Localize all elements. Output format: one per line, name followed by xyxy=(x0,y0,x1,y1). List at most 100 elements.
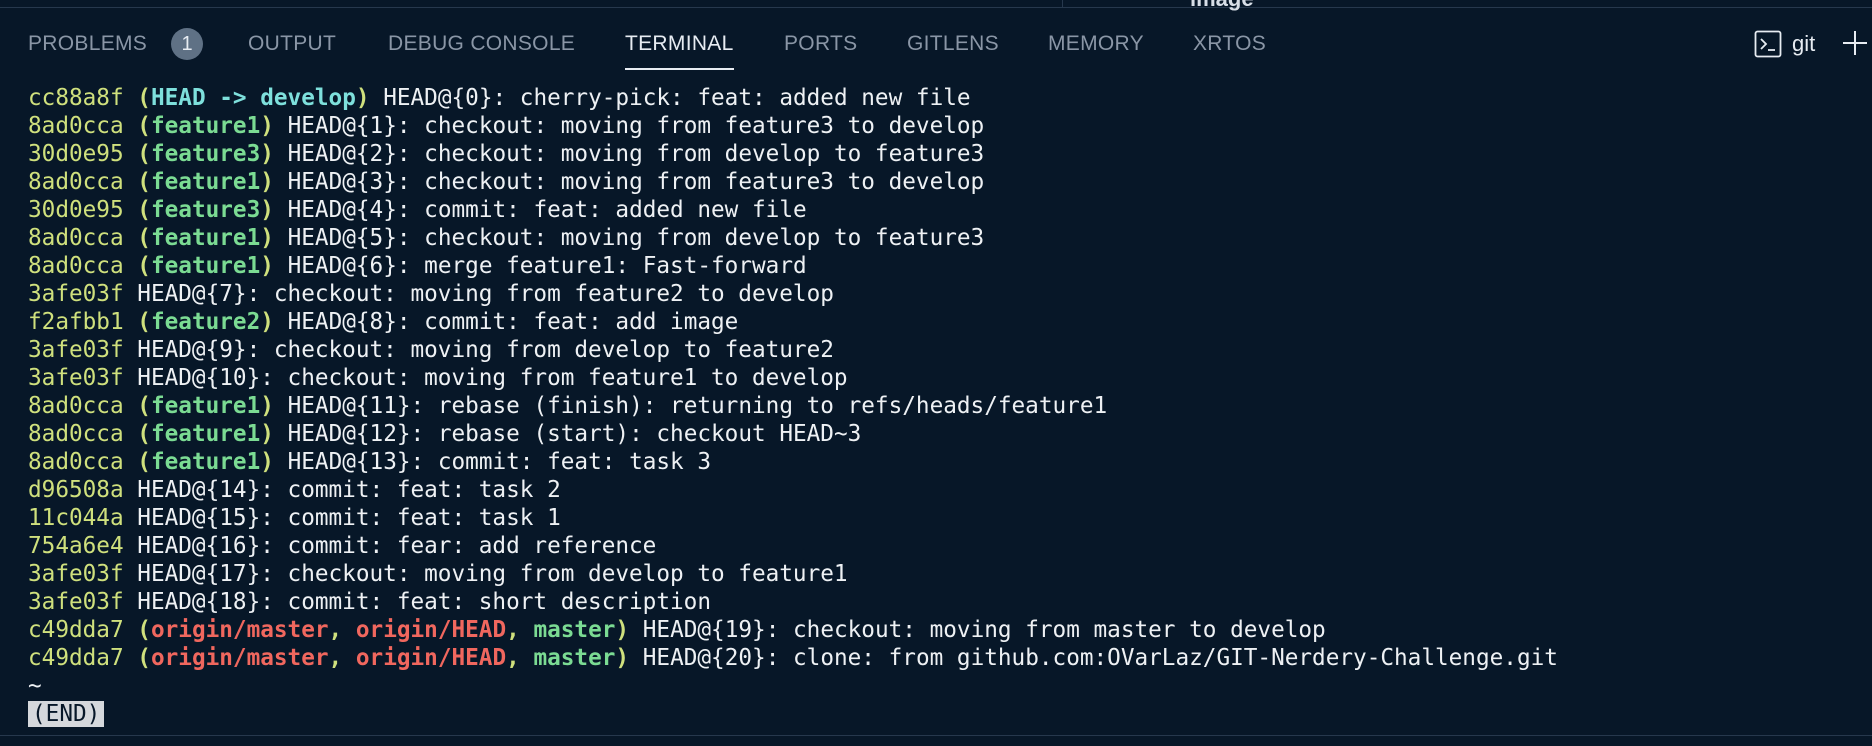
pager-end-marker: (END) xyxy=(28,701,105,727)
tab-gitlens[interactable]: GITLENS xyxy=(907,32,999,56)
tab-label: MEMORY xyxy=(1048,32,1144,55)
reflog-line: 30d0e95 (feature3) HEAD@{4}: commit: fea… xyxy=(28,196,1872,224)
tab-label: PORTS xyxy=(784,32,858,55)
reflog-line: 3afe03f HEAD@{18}: commit: feat: short d… xyxy=(28,588,1872,616)
ref-paren: ( xyxy=(137,113,151,139)
reflog-entry: HEAD@{10}: checkout: moving from feature… xyxy=(137,365,848,391)
reflog-entry: HEAD@{20}: clone: from github.com:OVarLa… xyxy=(642,645,1558,671)
ref-paren: ( xyxy=(137,449,151,475)
reflog-entry: HEAD@{8}: commit: feat: add image xyxy=(287,309,739,335)
commit-hash: d96508a xyxy=(28,477,124,503)
pager-line: ~ xyxy=(28,672,1872,700)
ref-name: origin/HEAD xyxy=(355,645,507,671)
ref-paren: ( xyxy=(137,309,151,335)
commit-hash: 3afe03f xyxy=(28,337,124,363)
reflog-entry: HEAD@{5}: checkout: moving from develop … xyxy=(287,225,985,251)
commit-hash: 3afe03f xyxy=(28,589,124,615)
ref-name: origin/HEAD xyxy=(355,617,507,643)
ref-paren: ) xyxy=(260,421,274,447)
ref-name: feature3 xyxy=(150,141,261,167)
commit-hash: 3afe03f xyxy=(28,365,124,391)
ref-paren: ( xyxy=(137,253,151,279)
tab-xrtos[interactable]: XRTOS xyxy=(1193,32,1266,56)
pager-line: (END) xyxy=(28,700,1872,728)
terminal-icon[interactable] xyxy=(1754,30,1782,58)
reflog-line: cc88a8f (HEAD -> develop) HEAD@{0}: cher… xyxy=(28,84,1872,112)
tab-ports[interactable]: PORTS xyxy=(784,32,857,56)
tab-terminal[interactable]: TERMINAL xyxy=(625,32,734,70)
editor-area-edge xyxy=(0,0,1872,8)
ref-paren: ( xyxy=(137,393,151,419)
ref-name: feature1 xyxy=(150,421,261,447)
terminal-output[interactable]: cc88a8f (HEAD -> develop) HEAD@{0}: cher… xyxy=(28,84,1872,728)
ref-name: origin/master xyxy=(150,645,329,671)
reflog-line: 3afe03f HEAD@{9}: checkout: moving from … xyxy=(28,336,1872,364)
commit-hash: 8ad0cca xyxy=(28,253,124,279)
reflog-entry: HEAD@{2}: checkout: moving from develop … xyxy=(287,141,985,167)
commit-hash: 3afe03f xyxy=(28,281,124,307)
ref-name: feature1 xyxy=(150,113,261,139)
ref-paren: ) xyxy=(260,393,274,419)
reflog-line: c49dda7 (origin/master, origin/HEAD, mas… xyxy=(28,644,1872,672)
ref-paren: ( xyxy=(137,645,151,671)
ref-paren: ( xyxy=(137,421,151,447)
ref-paren: ( xyxy=(137,141,151,167)
commit-hash: 8ad0cca xyxy=(28,393,124,419)
reflog-line: f2afbb1 (feature2) HEAD@{8}: commit: fea… xyxy=(28,308,1872,336)
tab-debug-console[interactable]: DEBUG CONSOLE xyxy=(388,32,575,56)
reflog-entry: HEAD@{1}: checkout: moving from feature3… xyxy=(287,113,985,139)
tab-problems[interactable]: PROBLEMS xyxy=(28,32,147,56)
ref-paren: ) xyxy=(260,225,274,251)
commit-hash: c49dda7 xyxy=(28,645,124,671)
ref-separator: , xyxy=(506,645,534,671)
commit-hash: 11c044a xyxy=(28,505,124,531)
reflog-entry: HEAD@{18}: commit: feat: short descripti… xyxy=(137,589,711,615)
reflog-line: 8ad0cca (feature1) HEAD@{13}: commit: fe… xyxy=(28,448,1872,476)
tab-memory[interactable]: MEMORY xyxy=(1048,32,1144,56)
tab-output[interactable]: OUTPUT xyxy=(248,32,336,56)
reflog-line: c49dda7 (origin/master, origin/HEAD, mas… xyxy=(28,616,1872,644)
ref-name: master xyxy=(533,645,616,671)
tab-label: GITLENS xyxy=(907,32,999,55)
tab-label: XRTOS xyxy=(1193,32,1267,55)
reflog-line: 3afe03f HEAD@{10}: checkout: moving from… xyxy=(28,364,1872,392)
reflog-line: 8ad0cca (feature1) HEAD@{3}: checkout: m… xyxy=(28,168,1872,196)
plus-icon[interactable] xyxy=(1840,28,1870,58)
status-edge xyxy=(0,735,1872,746)
commit-hash: 754a6e4 xyxy=(28,533,124,559)
reflog-entry: HEAD@{16}: commit: fear: add reference xyxy=(137,533,657,559)
ref-paren: ) xyxy=(615,645,630,671)
commit-hash: c49dda7 xyxy=(28,617,124,643)
ref-paren: ) xyxy=(260,113,274,139)
reflog-entry: HEAD@{3}: checkout: moving from feature3… xyxy=(287,169,985,195)
ref-name: feature1 xyxy=(150,253,261,279)
ref-name: feature1 xyxy=(150,449,261,475)
reflog-entry: HEAD@{4}: commit: feat: added new file xyxy=(287,197,807,223)
reflog-line: 3afe03f HEAD@{17}: checkout: moving from… xyxy=(28,560,1872,588)
commit-hash: 30d0e95 xyxy=(28,141,124,167)
ref-paren: ) xyxy=(260,141,274,167)
terminal-session-label[interactable]: git xyxy=(1792,31,1815,57)
commit-hash: 8ad0cca xyxy=(28,225,124,251)
reflog-line: 30d0e95 (feature3) HEAD@{2}: checkout: m… xyxy=(28,140,1872,168)
ref-paren: ) xyxy=(260,197,274,223)
ref-paren: ) xyxy=(260,253,274,279)
reflog-line: 8ad0cca (feature1) HEAD@{12}: rebase (st… xyxy=(28,420,1872,448)
ref-name: feature1 xyxy=(150,169,261,195)
problems-count-badge: 1 xyxy=(171,28,203,60)
reflog-entry: HEAD@{0}: cherry-pick: feat: added new f… xyxy=(383,85,971,111)
reflog-entry: HEAD@{9}: checkout: moving from develop … xyxy=(137,337,834,363)
ref-paren: ) xyxy=(355,85,370,111)
commit-hash: 8ad0cca xyxy=(28,421,124,447)
ref-paren: ( xyxy=(137,85,151,111)
reflog-entry: HEAD@{6}: merge feature1: Fast-forward xyxy=(287,253,807,279)
tab-label: PROBLEMS xyxy=(28,32,148,55)
reflog-entry: HEAD@{19}: checkout: moving from master … xyxy=(642,617,1326,643)
reflog-line: 8ad0cca (feature1) HEAD@{5}: checkout: m… xyxy=(28,224,1872,252)
reflog-entry: HEAD@{12}: rebase (start): checkout HEAD… xyxy=(287,421,862,447)
ref-paren: ) xyxy=(615,617,630,643)
ref-paren: ( xyxy=(137,197,151,223)
pager-tilde: ~ xyxy=(28,673,42,699)
ref-name: feature2 xyxy=(150,309,261,335)
reflog-line: 8ad0cca (feature1) HEAD@{1}: checkout: m… xyxy=(28,112,1872,140)
